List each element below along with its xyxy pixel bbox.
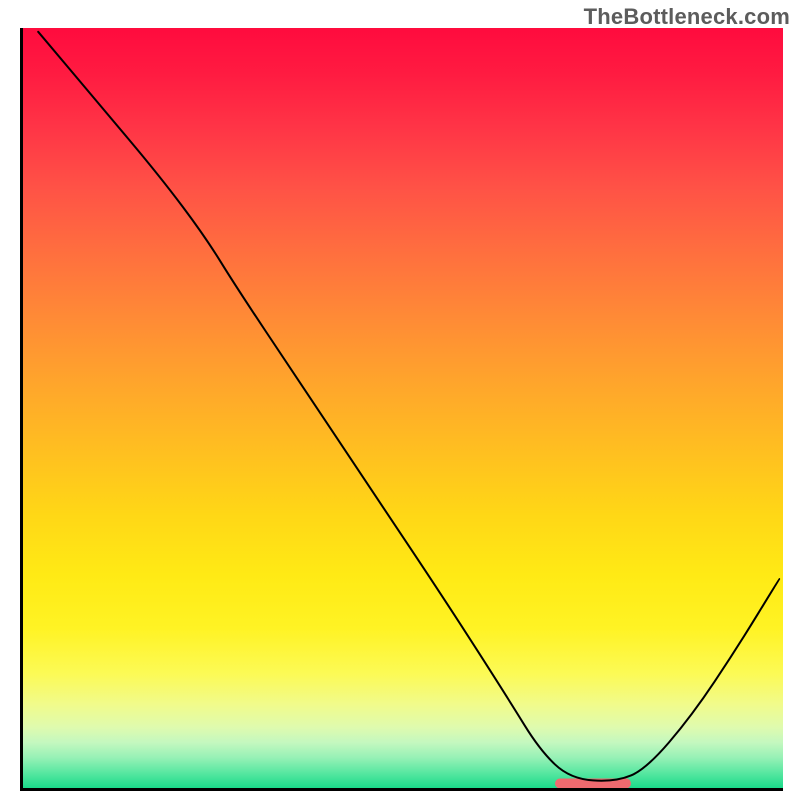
plot-svg-layer — [23, 28, 783, 788]
curve-group — [38, 32, 779, 781]
chart-container: TheBottleneck.com — [0, 0, 800, 800]
series-curve — [38, 32, 779, 781]
watermark-text: TheBottleneck.com — [584, 4, 790, 30]
plot-area — [20, 28, 783, 791]
